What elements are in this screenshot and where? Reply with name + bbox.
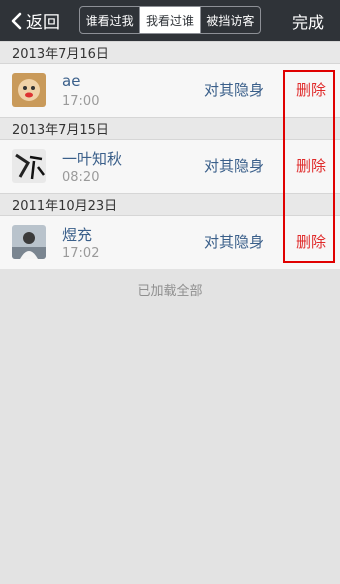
load-complete-text: 已加载全部 [137,284,203,299]
tab-who-viewed-me[interactable]: 谁看过我 [80,7,141,33]
delete-button[interactable]: 删除 [296,231,326,252]
top-nav-bar: 返回 谁看过我 我看过谁 被挡访客 完成 [0,0,340,41]
visit-time: 08:20 [62,170,100,185]
date-header: 2013年7月15日 [0,117,340,140]
delete-button[interactable]: 删除 [296,79,326,100]
visit-time: 17:00 [62,94,100,109]
back-label: 返回 [26,13,60,33]
chevron-left-icon [11,12,22,29]
date-header: 2013年7月16日 [0,41,340,64]
hide-from-user-button[interactable]: 对其隐身 [204,155,264,176]
tab-who-i-viewed[interactable]: 我看过谁 [140,7,201,33]
list-item[interactable]: 一叶知秋 08:20 对其隐身 删除 [0,140,340,193]
back-button[interactable]: 返回 [10,0,60,41]
delete-button[interactable]: 删除 [296,155,326,176]
avatar [12,225,46,259]
visit-list: 2013年7月16日 ae 17:00 对其隐身 删除 2013年7月15日 一… [0,41,340,269]
hide-from-user-button[interactable]: 对其隐身 [204,79,264,100]
date-header: 2011年10月23日 [0,193,340,216]
list-item[interactable]: ae 17:00 对其隐身 删除 [0,64,340,117]
user-name[interactable]: 一叶知秋 [62,148,122,169]
visit-time: 17:02 [62,246,100,261]
tab-segmented-control: 谁看过我 我看过谁 被挡访客 [79,6,261,34]
list-item[interactable]: 煜充 17:02 对其隐身 删除 [0,216,340,269]
tab-blocked-visitors[interactable]: 被挡访客 [201,7,260,33]
user-name[interactable]: ae [62,72,80,90]
user-name[interactable]: 煜充 [62,224,92,245]
avatar [12,73,46,107]
avatar [12,149,46,183]
done-button[interactable]: 完成 [292,0,324,41]
hide-from-user-button[interactable]: 对其隐身 [204,231,264,252]
